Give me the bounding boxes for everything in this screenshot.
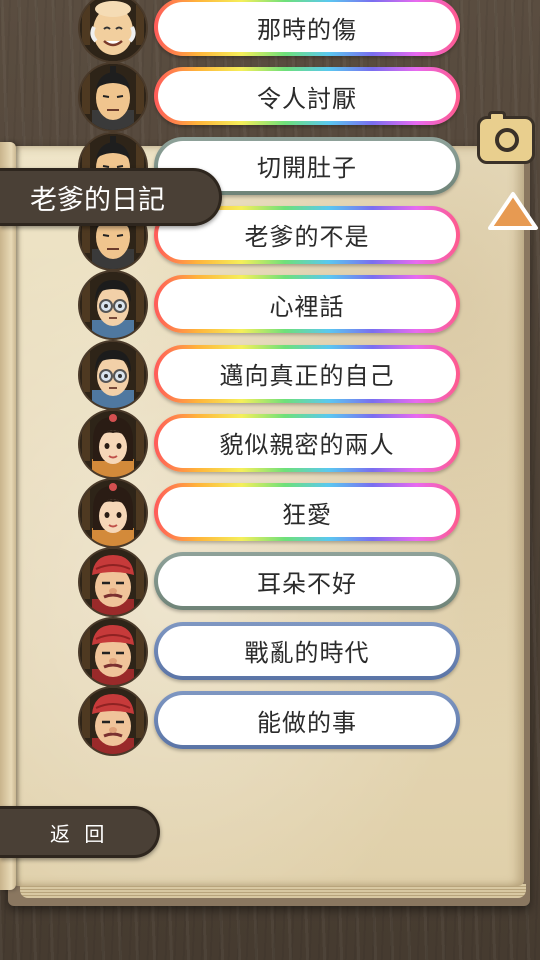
- camera-icon-top: [488, 111, 506, 119]
- list-item[interactable]: 令人討厭: [80, 64, 460, 131]
- entry-label: 耳朵不好: [158, 556, 456, 607]
- entry-button[interactable]: 令人討厭: [154, 67, 460, 126]
- old-bald-man-portrait: [80, 0, 146, 61]
- entry-button[interactable]: 耳朵不好: [154, 552, 460, 611]
- list-item[interactable]: 那時的傷: [80, 0, 460, 61]
- entry-label: 心裡話: [158, 279, 456, 330]
- red-hat-elder-portrait: [80, 549, 146, 616]
- scroll-up-button[interactable]: [487, 190, 539, 234]
- red-hat-elder-portrait: [80, 618, 146, 685]
- entry-button[interactable]: 那時的傷: [154, 0, 460, 56]
- left-page-edge: [0, 142, 16, 890]
- entry-label: 貌似親密的兩人: [158, 417, 456, 468]
- entry-label: 狂愛: [158, 487, 456, 538]
- entry-button[interactable]: 邁向真正的自己: [154, 344, 460, 403]
- woman-portrait: [80, 480, 146, 547]
- entry-button[interactable]: 貌似親密的兩人: [154, 413, 460, 472]
- red-hat-elder-avatar: [80, 618, 146, 685]
- red-hat-elder-portrait: [80, 688, 146, 754]
- list-item[interactable]: 邁向真正的自己: [80, 341, 460, 408]
- entry-button[interactable]: 心裡話: [154, 275, 460, 334]
- page-title: 老爹的日記: [0, 168, 222, 226]
- page-edge: [20, 884, 526, 898]
- back-button[interactable]: 返 回: [0, 806, 160, 858]
- entry-button[interactable]: 能做的事: [154, 691, 460, 749]
- bald-man-portrait: [80, 64, 146, 131]
- camera-button[interactable]: [477, 111, 535, 164]
- red-hat-elder-avatar: [80, 688, 146, 754]
- entry-label: 戰亂的時代: [158, 625, 456, 676]
- entry-label: 能做的事: [158, 695, 456, 745]
- list-item[interactable]: 心裡話: [80, 272, 460, 339]
- glasses-man-avatar: [80, 341, 146, 408]
- list-item[interactable]: 狂愛: [80, 480, 460, 547]
- entry-button[interactable]: 狂愛: [154, 483, 460, 542]
- entry-label: 邁向真正的自己: [158, 348, 456, 399]
- old-bald-man-avatar: [80, 0, 146, 61]
- entry-label: 令人討厭: [158, 71, 456, 122]
- glasses-man-portrait: [80, 272, 146, 339]
- entry-button[interactable]: 戰亂的時代: [154, 621, 460, 680]
- woman-avatar: [80, 480, 146, 547]
- woman-portrait: [80, 410, 146, 477]
- glasses-man-avatar: [80, 272, 146, 339]
- bald-man-avatar: [80, 64, 146, 131]
- list-item[interactable]: 戰亂的時代: [80, 618, 460, 685]
- camera-icon: [495, 128, 519, 152]
- triangle-up-icon: [488, 192, 538, 230]
- red-hat-elder-avatar: [80, 549, 146, 616]
- entry-label: 那時的傷: [158, 2, 456, 52]
- glasses-man-portrait: [80, 341, 146, 408]
- list-item[interactable]: 耳朵不好: [80, 549, 460, 616]
- woman-avatar: [80, 410, 146, 477]
- list-item[interactable]: 貌似親密的兩人: [80, 410, 460, 477]
- list-item[interactable]: 能做的事: [80, 688, 460, 754]
